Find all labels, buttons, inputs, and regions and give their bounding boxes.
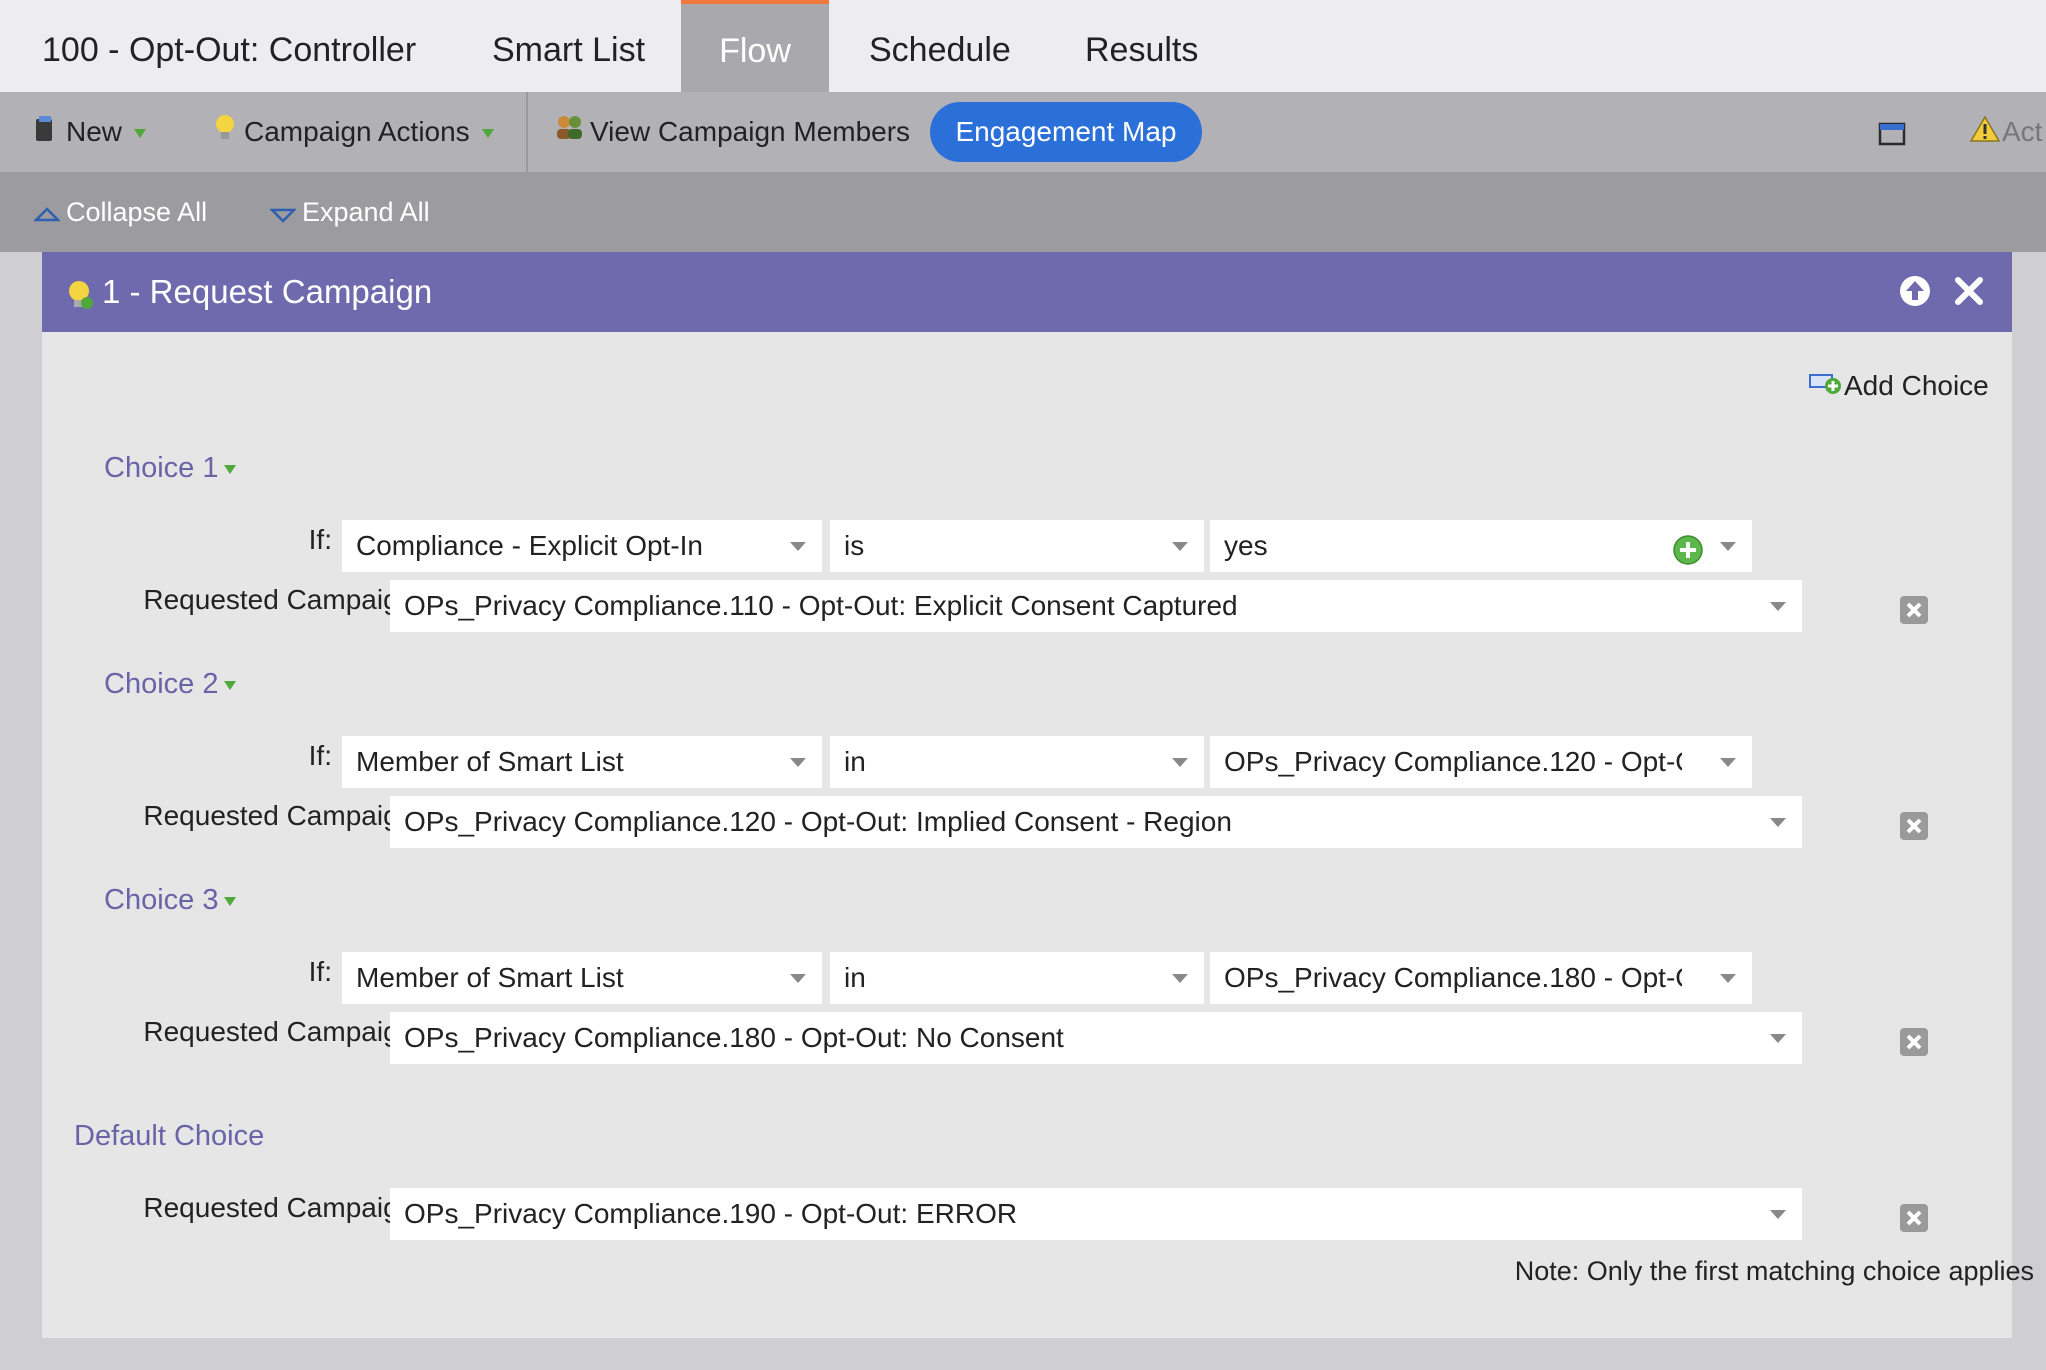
dropdown-caret-icon: [790, 758, 806, 767]
choice-3-campaign-select[interactable]: OPs_Privacy Compliance.180 - Opt-Out: No…: [390, 1012, 1802, 1064]
choice-3-field-select[interactable]: Member of Smart List: [342, 952, 822, 1004]
choice-1-campaign-select[interactable]: OPs_Privacy Compliance.110 - Opt-Out: Ex…: [390, 580, 1802, 632]
requested-campaign-label: Requested Campaign:: [143, 584, 422, 615]
choice-3-operator-select[interactable]: in: [830, 952, 1204, 1004]
dropdown-caret-icon: [1720, 974, 1736, 983]
truncated-action[interactable]: Act: [1969, 92, 2043, 174]
choice-3-label[interactable]: Choice 3: [104, 884, 237, 917]
choice-1-label[interactable]: Choice 1: [104, 452, 237, 485]
choice-2-menu-arrow-icon: [224, 680, 237, 690]
campaign-actions-label: Campaign Actions: [244, 116, 470, 147]
move-up-icon[interactable]: [1898, 274, 1932, 313]
add-choice-label: Add Choice: [1844, 370, 1989, 401]
choice-2-text: Choice 2: [104, 668, 219, 700]
collapse-all-label: Collapse All: [66, 197, 208, 227]
if-label: If:: [308, 524, 332, 555]
default-choice-label: Default Choice: [74, 1120, 265, 1152]
add-choice-icon: [1808, 366, 1842, 410]
campaign-tab-bar: 100 - Opt-Out: Controller Smart List Flo…: [0, 0, 2046, 92]
add-choice-button[interactable]: Add Choice: [1808, 364, 1989, 410]
tab-campaign-name[interactable]: 100 - Opt-Out: Controller: [42, 0, 416, 92]
expand-all-button[interactable]: Expand All: [268, 172, 430, 254]
choice-2-value-select[interactable]: OPs_Privacy Compliance.120 - Opt-Ou: [1210, 736, 1752, 788]
step-title: 1 - Request Campaign: [102, 273, 433, 310]
dropdown-caret-icon: [1172, 974, 1188, 983]
choice-2-label[interactable]: Choice 2: [104, 668, 237, 701]
choice-1-operator-select[interactable]: is: [830, 520, 1204, 572]
new-label: New: [66, 116, 123, 147]
tab-results[interactable]: Results: [1085, 0, 1198, 92]
tab-flow[interactable]: Flow: [681, 0, 829, 92]
new-menu-button[interactable]: New: [34, 92, 147, 174]
tab-schedule[interactable]: Schedule: [869, 0, 1011, 92]
requested-campaign-label: Requested Campaign:: [143, 1016, 422, 1047]
first-match-note: Note: Only the first matching choice app…: [1514, 1256, 2034, 1286]
left-gutter: [0, 252, 42, 1370]
campaign-actions-dropdown-arrow-icon: [481, 129, 494, 139]
dropdown-caret-icon: [790, 974, 806, 983]
requested-campaign-label: Requested Campaign:: [143, 800, 422, 831]
engagement-map-button[interactable]: Engagement Map: [930, 102, 1202, 162]
choice-1-text: Choice 1: [104, 452, 219, 484]
lightbulb-icon: [214, 94, 236, 174]
right-gutter: [2012, 252, 2046, 1370]
campaign-actions-button[interactable]: Campaign Actions: [214, 92, 494, 172]
people-icon: [554, 94, 586, 174]
choice-3-menu-arrow-icon: [224, 896, 237, 906]
choice-3-value-select[interactable]: OPs_Privacy Compliance.180 - Opt-Ou: [1210, 952, 1752, 1004]
choice-2-field-select[interactable]: Member of Smart List: [342, 736, 822, 788]
collapse-expand-bar: Collapse All Expand All: [0, 172, 2046, 252]
delete-default-choice-icon[interactable]: [1900, 1204, 1928, 1232]
warning-icon: [1969, 94, 2001, 174]
choice-1-menu-arrow-icon: [224, 464, 237, 474]
dropdown-caret-icon: [1720, 758, 1736, 767]
flow-step-body: Add Choice Choice 1 If: Compliance - Exp…: [42, 332, 2034, 1338]
toolbar: New Campaign Actions View Campaign Membe…: [0, 92, 2046, 172]
close-icon[interactable]: [1952, 274, 1986, 313]
lightbulb-icon: [66, 278, 94, 317]
requested-campaign-label: Requested Campaign:: [143, 1192, 422, 1223]
dropdown-caret-icon: [1172, 542, 1188, 551]
dropdown-caret-icon: [1720, 542, 1736, 551]
dropdown-caret-icon: [1770, 818, 1786, 827]
default-campaign-select[interactable]: OPs_Privacy Compliance.190 - Opt-Out: ER…: [390, 1188, 1802, 1240]
dropdown-caret-icon: [790, 542, 806, 551]
view-campaign-members-label: View Campaign Members: [590, 116, 911, 147]
view-campaign-members-button[interactable]: View Campaign Members: [554, 92, 910, 172]
choice-1-field-select[interactable]: Compliance - Explicit Opt-In: [342, 520, 822, 572]
truncated-action-label: Act: [2002, 116, 2043, 147]
tab-smart-list[interactable]: Smart List: [492, 0, 645, 92]
choice-2-operator-select[interactable]: in: [830, 736, 1204, 788]
dropdown-caret-icon: [1172, 758, 1188, 767]
choice-2-campaign-select[interactable]: OPs_Privacy Compliance.120 - Opt-Out: Im…: [390, 796, 1802, 848]
if-label: If:: [308, 956, 332, 987]
add-value-icon[interactable]: [1672, 531, 1704, 572]
delete-choice-2-icon[interactable]: [1900, 812, 1928, 840]
collapse-all-button[interactable]: Collapse All: [32, 172, 208, 254]
window-icon[interactable]: [1878, 92, 1906, 172]
delete-choice-1-icon[interactable]: [1900, 596, 1928, 624]
new-dropdown-arrow-icon: [134, 129, 147, 139]
dropdown-caret-icon: [1770, 602, 1786, 611]
delete-choice-3-icon[interactable]: [1900, 1028, 1928, 1056]
new-document-icon: [34, 94, 56, 174]
chevron-down-icon: [268, 174, 298, 254]
dropdown-caret-icon: [1770, 1034, 1786, 1043]
choice-3-text: Choice 3: [104, 884, 219, 916]
dropdown-caret-icon: [1770, 1210, 1786, 1219]
bottom-gutter: [0, 1338, 2046, 1370]
choice-1-value-select[interactable]: yes: [1210, 520, 1752, 572]
expand-all-label: Expand All: [302, 197, 430, 227]
chevron-up-icon: [32, 174, 62, 254]
if-label: If:: [308, 740, 332, 771]
flow-step-header[interactable]: 1 - Request Campaign: [42, 252, 2012, 332]
toolbar-divider: [526, 92, 528, 172]
